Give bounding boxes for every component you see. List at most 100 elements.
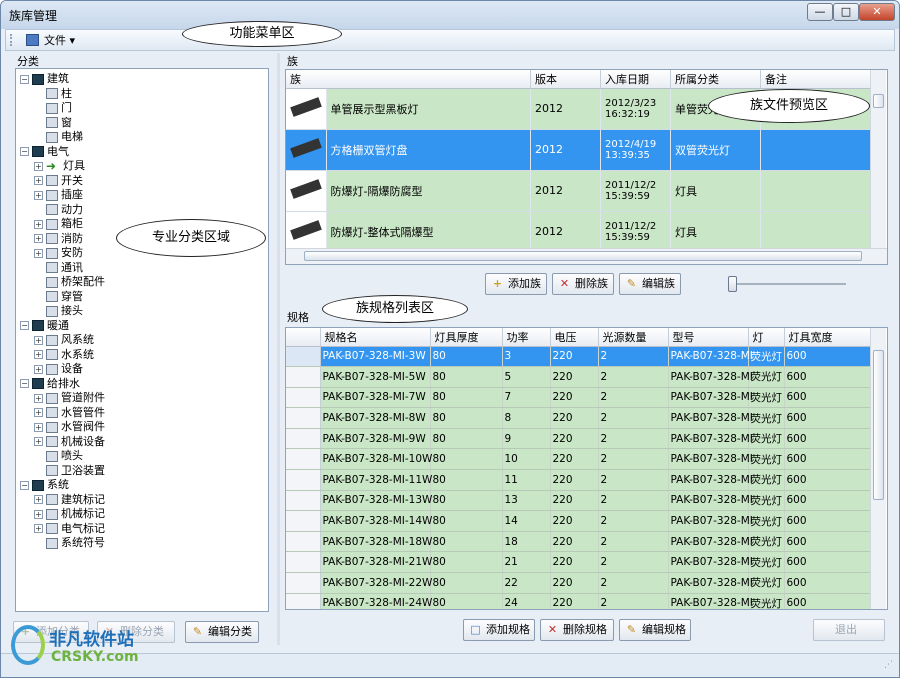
expand-icon[interactable]: +	[34, 350, 43, 359]
expand-icon[interactable]: +	[34, 393, 43, 403]
collapse-icon[interactable]: −	[20, 74, 29, 84]
add-spec-button[interactable]: □ 添加规格	[463, 619, 535, 641]
column-header[interactable]: 规格名	[320, 328, 431, 347]
family-vscroll[interactable]	[870, 70, 886, 248]
tree-node[interactable]: + 建筑标记	[20, 493, 268, 508]
spec-row[interactable]: PAK-B07-328-MI-9W 80 9 220 2 PAK-B07-328-MI 荧光…	[286, 428, 872, 450]
spec-row[interactable]: PAK-B07-328-MI-3W 80 3 220 2 PAK-B07-328-MI 荧光…	[286, 346, 872, 368]
splitter[interactable]	[277, 53, 280, 645]
tree-node[interactable]: 卫浴装置	[20, 464, 268, 479]
tree-node[interactable]: 动力	[20, 203, 268, 218]
expand-icon[interactable]: +	[34, 408, 43, 417]
tree-node[interactable]: − 电气	[20, 145, 268, 160]
tree-node[interactable]: 电梯	[20, 130, 268, 145]
family-row[interactable]: 防爆灯-整体式隔爆型 2012 2011/12/2 15:39:59 灯具	[286, 211, 871, 253]
edit-family-button[interactable]: ✎ 编辑族	[619, 273, 681, 295]
exit-button[interactable]: 退出	[813, 619, 885, 641]
row-header[interactable]	[286, 428, 321, 450]
column-header[interactable]: 所属分类	[670, 70, 761, 89]
expand-icon[interactable]: +	[34, 335, 43, 345]
tree-node[interactable]: − 给排水	[20, 377, 268, 392]
add-family-button[interactable]: + 添加族	[485, 273, 547, 295]
spec-row[interactable]: PAK-B07-328-MI-8W 80 8 220 2 PAK-B07-328-MI 荧光…	[286, 407, 872, 429]
column-header[interactable]: 功率	[502, 328, 551, 347]
spec-row[interactable]: PAK-B07-328-MI-21W 80 21 220 2 PAK-B07-328-MI…	[286, 551, 872, 574]
expand-icon[interactable]: +	[34, 509, 43, 519]
expand-icon[interactable]: +	[34, 437, 43, 446]
row-header[interactable]	[286, 346, 321, 368]
column-header[interactable]: 灯	[748, 328, 785, 347]
expand-icon[interactable]: +	[34, 495, 43, 504]
tree-node[interactable]: − 建筑	[20, 72, 268, 87]
edit-category-button[interactable]: ✎ 编辑分类	[185, 621, 259, 643]
tree-node[interactable]: 穿管	[20, 290, 268, 305]
row-header[interactable]	[286, 551, 321, 574]
tree-node[interactable]: + ➜ 灯具	[20, 159, 268, 174]
row-header[interactable]	[286, 593, 321, 609]
tree-node[interactable]: + 设备	[20, 362, 268, 377]
spec-row[interactable]: PAK-B07-328-MI-13W 80 13 220 2 PAK-B07-328-MI…	[286, 490, 872, 512]
tree-node[interactable]: 接头	[20, 304, 268, 319]
tree-node[interactable]: + 机械标记	[20, 507, 268, 522]
spec-row[interactable]: PAK-B07-328-MI-14W 80 14 220 2 PAK-B07-328-MI…	[286, 510, 872, 532]
toolbar-grip[interactable]	[10, 34, 13, 46]
expand-icon[interactable]: +	[34, 234, 43, 243]
family-vscroll-thumb[interactable]	[873, 94, 884, 108]
menu-file[interactable]: 文件 ▾	[24, 33, 75, 48]
spec-row[interactable]: PAK-B07-328-MI-22W 80 22 220 2 PAK-B07-328-MI…	[286, 572, 872, 594]
spec-row[interactable]: PAK-B07-328-MI-5W 80 5 220 2 PAK-B07-328-MI 荧光…	[286, 366, 872, 388]
row-header[interactable]	[286, 407, 321, 429]
row-header[interactable]	[286, 366, 321, 388]
family-hscroll-thumb[interactable]	[304, 251, 862, 261]
tree-node[interactable]: − 系统	[20, 478, 268, 493]
column-header[interactable]: 灯具宽度	[784, 328, 872, 347]
spec-vscroll-thumb[interactable]	[873, 350, 884, 500]
tree-node[interactable]: 窗	[20, 116, 268, 131]
row-header[interactable]	[286, 531, 321, 553]
collapse-icon[interactable]: −	[20, 379, 29, 388]
family-hscroll[interactable]	[286, 248, 887, 264]
expand-icon[interactable]: +	[34, 161, 43, 171]
tree-node[interactable]: + 水管阀件	[20, 420, 268, 435]
delete-spec-button[interactable]: ✕ 删除规格	[540, 619, 614, 641]
tree-node[interactable]: + 水管管件	[20, 406, 268, 421]
tree-node[interactable]: 柱	[20, 87, 268, 102]
tree-node[interactable]: 系统符号	[20, 536, 268, 551]
expand-icon[interactable]: +	[34, 219, 43, 229]
collapse-icon[interactable]: −	[20, 480, 29, 490]
tree-node[interactable]: + 机械设备	[20, 435, 268, 450]
column-header[interactable]: 备注	[760, 70, 871, 89]
column-header[interactable]: 入库日期	[600, 70, 671, 89]
close-button[interactable]: ✕	[859, 3, 895, 21]
maximize-button[interactable]: □	[833, 3, 859, 21]
tree-node[interactable]: + 管道附件	[20, 391, 268, 406]
expand-icon[interactable]: +	[34, 190, 43, 200]
tree-node[interactable]: + 风系统	[20, 333, 268, 348]
family-row[interactable]: 方格栅双管灯盘 2012 2012/4/19 13:39:35 双管荧光灯	[286, 129, 871, 171]
tree-node[interactable]: + 插座	[20, 188, 268, 203]
minimize-button[interactable]: —	[807, 3, 833, 21]
column-header[interactable]: 版本	[530, 70, 601, 89]
row-header[interactable]	[286, 510, 321, 532]
spec-vscroll[interactable]	[870, 328, 886, 609]
spec-row[interactable]: PAK-B07-328-MI-11W 80 11 220 2 PAK-B07-328-MI…	[286, 469, 872, 491]
family-row[interactable]: 防爆灯-隔爆防腐型 2012 2011/12/2 15:39:59 灯具	[286, 170, 871, 212]
row-header[interactable]	[286, 469, 321, 491]
collapse-icon[interactable]: −	[20, 147, 29, 156]
column-header[interactable]: 电压	[550, 328, 599, 347]
tree-node[interactable]: + 电气标记	[20, 522, 268, 537]
tree-node[interactable]: 桥架配件	[20, 275, 268, 290]
tree-node[interactable]: 门	[20, 101, 268, 116]
spec-row[interactable]: PAK-B07-328-MI-18W 80 18 220 2 PAK-B07-328-MI…	[286, 531, 872, 553]
spec-row[interactable]: PAK-B07-328-MI-24W 80 24 220 2 PAK-B07-328-MI…	[286, 593, 872, 609]
collapse-icon[interactable]: −	[20, 321, 29, 330]
category-tree[interactable]: − 建筑柱门窗电梯 − 电气 + ➜ 灯具 + 开关 + 插座 动力 + 箱柜 + 消防 + 安防 通讯 桥架配件 穿管…	[15, 68, 269, 612]
resize-grip-icon[interactable]: ⋰	[884, 660, 893, 670]
spec-row[interactable]: PAK-B07-328-MI-10W 80 10 220 2 PAK-B07-328-MI…	[286, 448, 872, 471]
edit-spec-button[interactable]: ✎ 编辑规格	[619, 619, 691, 641]
column-header[interactable]: 型号	[668, 328, 749, 347]
tree-node[interactable]: − 暖通	[20, 319, 268, 334]
expand-icon[interactable]: +	[34, 422, 43, 432]
tree-node[interactable]: + 水系统	[20, 348, 268, 363]
tree-node[interactable]: + 开关	[20, 174, 268, 189]
